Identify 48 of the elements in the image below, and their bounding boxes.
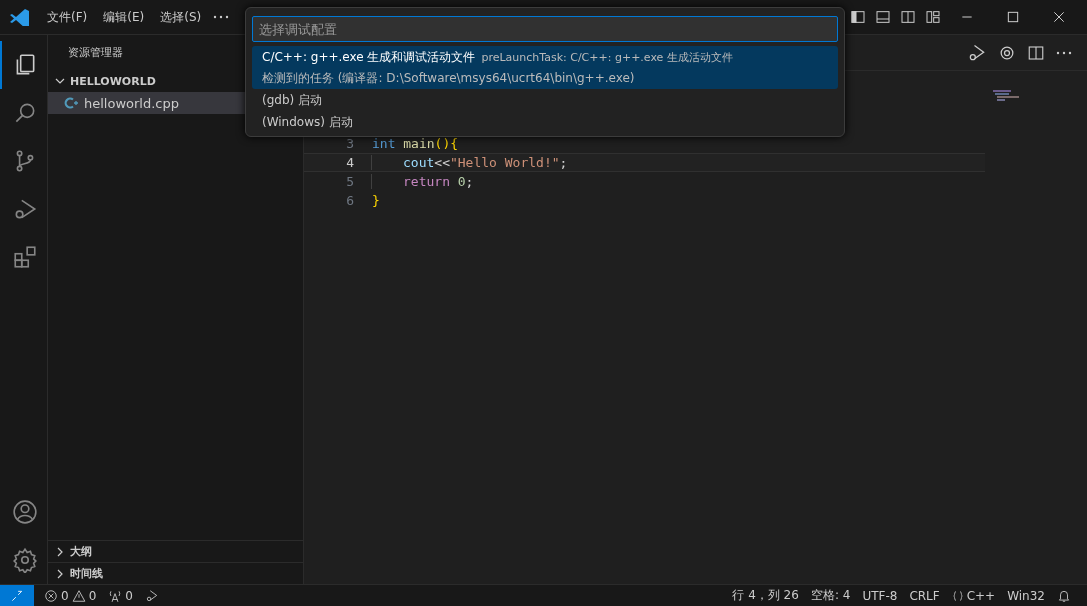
remote-button[interactable] <box>0 584 34 606</box>
minimap-drawing <box>993 90 1019 102</box>
palette-item[interactable]: C/C++: g++.exe 生成和调试活动文件 preLaunchTask: C/C++: g++.exe 生成活动文件 检测到的任务 (编译器: D:\Software\msys64\ucrt64\bin\g++.exe) <box>252 46 838 89</box>
ports-button[interactable]: 0 <box>102 588 139 603</box>
account-icon[interactable] <box>11 499 38 525</box>
line-number: 5 <box>345 174 354 189</box>
platform[interactable]: Win32 <box>1001 588 1051 603</box>
extensions-icon[interactable] <box>11 244 38 270</box>
menu-item[interactable]: 选择(S) <box>152 8 210 26</box>
code-line: int main(){ <box>371 136 459 151</box>
input-field[interactable]: 选择调试配置 <box>252 16 838 42</box>
run-debug-icon[interactable] <box>144 588 159 603</box>
run-debug-icon[interactable] <box>967 42 987 63</box>
app-logo-icon <box>10 8 29 26</box>
code-line: return 0; <box>371 174 474 189</box>
sidebar-title: 资源管理器 <box>68 45 123 60</box>
close-icon[interactable] <box>1051 9 1067 25</box>
line-number: 6 <box>345 193 354 208</box>
language-mode[interactable]: C++ <box>945 588 1002 603</box>
line-ending[interactable]: CRLF <box>903 588 946 603</box>
warning-icon <box>71 588 86 603</box>
layout-icon[interactable] <box>925 9 941 25</box>
split-layout-icon[interactable] <box>900 9 916 25</box>
folder-label[interactable]: HELLOWORLD <box>70 74 156 88</box>
toggle-panel-icon[interactable] <box>875 9 891 25</box>
line-number: 4 <box>345 155 354 170</box>
maximize-icon[interactable] <box>1005 9 1021 25</box>
indentation[interactable]: 空格: 4 <box>804 587 857 604</box>
toggle-sidebar-icon[interactable] <box>850 9 866 25</box>
split-editor-icon[interactable] <box>1027 43 1045 62</box>
code-line: } <box>371 193 380 208</box>
menu-item[interactable]: 文件(F) <box>39 8 96 26</box>
antenna-icon <box>108 588 123 603</box>
section-header[interactable]: 时间线 <box>70 566 103 581</box>
settings-icon[interactable] <box>11 547 38 573</box>
bell-icon[interactable] <box>1057 588 1071 603</box>
palette-item[interactable]: (Windows) 启动 <box>252 111 838 133</box>
section-header[interactable]: 大纲 <box>70 544 92 559</box>
braces-icon <box>951 589 964 602</box>
problems-button[interactable]: 0 0 <box>38 588 103 603</box>
cpp-file-icon <box>64 96 78 110</box>
code-line: cout<<"Hello World!"; <box>371 155 568 170</box>
menu-item[interactable]: 编辑(E) <box>95 8 153 26</box>
cursor-position[interactable]: 行 4，列 26 <box>726 587 805 604</box>
remote-icon <box>10 588 24 603</box>
error-icon <box>44 588 58 603</box>
encoding[interactable]: UTF-8 <box>856 588 904 603</box>
line-number: 3 <box>345 136 354 151</box>
